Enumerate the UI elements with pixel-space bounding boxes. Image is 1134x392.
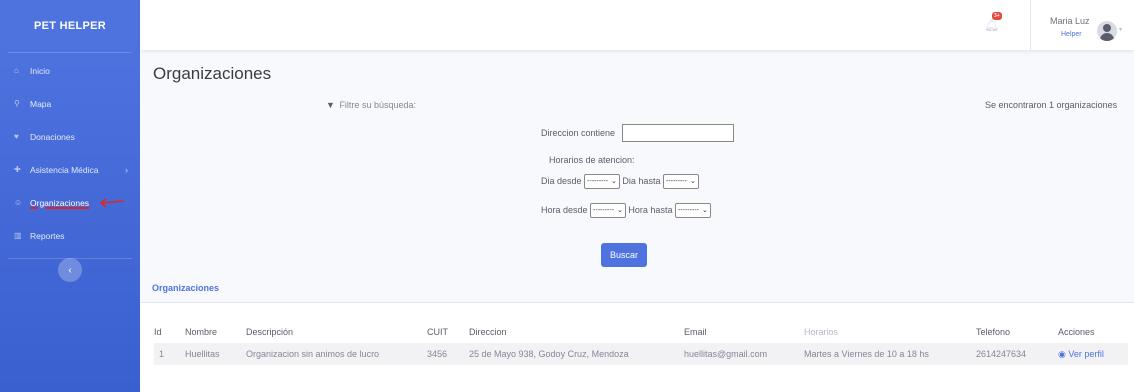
cell-email: huellitas@gmail.com bbox=[684, 343, 804, 365]
sidebar-toggle-button[interactable]: ‹ bbox=[58, 258, 82, 282]
users-icon: ☺ bbox=[14, 198, 23, 207]
bell-icon[interactable]: 🔔︎ bbox=[984, 18, 999, 32]
user-role: Helper bbox=[1061, 31, 1082, 38]
annotation-arrow-icon bbox=[99, 198, 125, 208]
sidebar-item-label: Donaciones bbox=[30, 131, 75, 142]
avatar[interactable] bbox=[1097, 21, 1117, 41]
hora-hasta-label: Hora hasta bbox=[628, 204, 673, 215]
sidebar-item-organizaciones[interactable]: ☺ Organizaciones bbox=[0, 186, 140, 219]
cell-descripcion: Organizacion sin animos de lucro bbox=[246, 343, 427, 365]
cell-direccion: 25 de Mayo 938, Godoy Cruz, Mendoza bbox=[469, 343, 684, 365]
topbar-divider bbox=[1030, 0, 1035, 50]
filter-label-text: Filtre su búsqueda: bbox=[339, 100, 416, 110]
hora-row: Hora desde --------- ⌄ Hora hasta -------… bbox=[541, 203, 711, 218]
table-row: 1 Huellitas Organizacion sin animos de l… bbox=[154, 343, 1128, 365]
col-header: Direccion bbox=[469, 327, 507, 337]
col-header: Descripción bbox=[246, 327, 294, 337]
notification-badge: 3+ bbox=[992, 12, 1002, 20]
sidebar-item-label: Inicio bbox=[30, 65, 50, 76]
sidebar-item-reportes[interactable]: ▥ Reportes bbox=[0, 219, 140, 252]
col-header: Telefono bbox=[976, 327, 1011, 337]
hora-desde-select[interactable]: --------- ⌄ bbox=[590, 203, 626, 218]
sidebar-item-label: Reportes bbox=[30, 230, 65, 241]
donation-icon: ♥ bbox=[14, 132, 19, 141]
hora-desde-value: --------- bbox=[593, 207, 615, 214]
avatar-head bbox=[1103, 24, 1111, 32]
chevron-down-icon: ⌄ bbox=[611, 178, 617, 185]
hora-hasta-select[interactable]: --------- ⌄ bbox=[674, 203, 711, 218]
medkit-icon: ✚ bbox=[14, 165, 21, 174]
brand-logo[interactable]: PET HELPER bbox=[0, 0, 140, 52]
horarios-label: Horarios de atencion: bbox=[549, 155, 635, 165]
ver-perfil-link[interactable]: ◉ Ver perfil bbox=[1058, 343, 1128, 365]
col-header: Acciones bbox=[1058, 327, 1095, 337]
col-header: Horarios bbox=[804, 327, 839, 337]
chart-icon: ▥ bbox=[14, 231, 22, 240]
chevron-down-icon[interactable]: ▾ bbox=[1119, 26, 1122, 33]
map-marker-icon: ⚲ bbox=[14, 99, 20, 108]
dia-row: Dia desde --------- ⌄ Dia hasta ---------… bbox=[541, 174, 699, 189]
cell-nombre: Huellitas bbox=[185, 343, 246, 365]
page-title: Organizaciones bbox=[153, 64, 272, 83]
sidebar-item-mapa[interactable]: ⚲ Mapa bbox=[0, 87, 140, 120]
dia-hasta-value: --------- bbox=[665, 178, 687, 185]
col-header: CUIT bbox=[427, 327, 448, 337]
sidebar-item-label: Organizaciones bbox=[30, 197, 90, 208]
hora-hasta-value: --------- bbox=[677, 207, 699, 214]
topbar: 🔔︎ 3+ Maria Luz Helper ▾ bbox=[140, 0, 1134, 50]
cell-horarios: Martes a Viernes de 10 a 18 hs bbox=[804, 343, 976, 365]
home-icon: ⌂ bbox=[14, 66, 19, 75]
sidebar-item-label: Asistencia Médica bbox=[30, 164, 99, 175]
chevron-down-icon: ⌄ bbox=[617, 207, 623, 214]
sidebar-item-donaciones[interactable]: ♥ Donaciones bbox=[0, 120, 140, 153]
chevron-down-icon: ⌄ bbox=[701, 207, 708, 214]
cell-id: 1 bbox=[154, 343, 185, 365]
dia-desde-select[interactable]: --------- ⌄ bbox=[584, 174, 620, 189]
sidebar-item-label: Mapa bbox=[30, 98, 52, 109]
sidebar: PET HELPER ⌂ Inicio ⚲ Mapa ♥ Donaciones … bbox=[0, 0, 140, 392]
dia-desde-value: --------- bbox=[587, 178, 609, 185]
sidebar-item-asistencia-medica[interactable]: ✚ Asistencia Médica › bbox=[0, 153, 140, 186]
eye-icon: ◉ bbox=[1058, 348, 1066, 359]
hora-desde-label: Hora desde bbox=[541, 204, 588, 215]
search-button[interactable]: Buscar bbox=[601, 243, 647, 267]
card-title: Organizaciones bbox=[140, 273, 1134, 303]
table-header-row: Id Nombre Descripción CUIT Direccion Ema… bbox=[154, 321, 1128, 343]
chevron-right-icon: › bbox=[125, 164, 128, 175]
sidebar-item-inicio[interactable]: ⌂ Inicio bbox=[0, 54, 140, 87]
col-header: Email bbox=[684, 327, 707, 337]
direccion-input[interactable] bbox=[622, 124, 734, 142]
avatar-body bbox=[1100, 33, 1114, 41]
user-name[interactable]: Maria Luz bbox=[1050, 16, 1090, 26]
cell-cuit: 3456 bbox=[427, 343, 469, 365]
ver-perfil-label: Ver perfil bbox=[1068, 348, 1104, 359]
dia-hasta-select[interactable]: --------- ⌄ bbox=[662, 174, 699, 189]
filter-label: ▼ Filtre su búsqueda: bbox=[326, 100, 416, 110]
col-header: Nombre bbox=[185, 327, 218, 337]
chevron-down-icon: ⌄ bbox=[689, 178, 696, 185]
organizations-table: Id Nombre Descripción CUIT Direccion Ema… bbox=[154, 321, 1128, 365]
results-count: Se encontraron 1 organizaciones bbox=[985, 100, 1118, 110]
dia-desde-label: Dia desde bbox=[541, 175, 582, 186]
col-header: Id bbox=[154, 327, 162, 337]
filter-icon: ▼ bbox=[326, 100, 335, 110]
results-card: Organizaciones Id Nombre Descripción CUI… bbox=[140, 273, 1134, 392]
direccion-label: Direccion contiene bbox=[541, 128, 616, 138]
cell-telefono: 2614247634 bbox=[976, 343, 1058, 365]
dia-hasta-label: Dia hasta bbox=[622, 175, 661, 186]
